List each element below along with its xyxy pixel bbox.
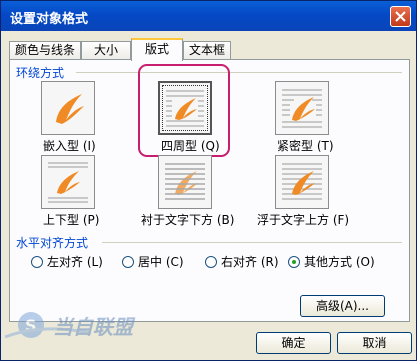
tight-wrap-icon (282, 89, 322, 128)
square-wrap-icon (166, 90, 204, 127)
align-section-label: 水平对齐方式 (16, 236, 89, 250)
align-other-radio[interactable]: 其他方式 (O) (288, 253, 375, 270)
top-bottom-wrap-icon (48, 162, 88, 203)
format-object-dialog: 设置对象格式 颜色与线条 大小 版式 文本框 环绕方式 嵌入型 (I) 四周型 … (0, 0, 417, 361)
dialog-title: 设置对象格式 (10, 12, 89, 27)
in-front-of-text-label[interactable]: 浮于文字上方 (F) (257, 211, 349, 228)
square-wrap-option[interactable] (158, 81, 212, 135)
radio-circle (205, 255, 217, 268)
align-right-radio[interactable]: 右对齐 (R) (205, 253, 279, 270)
cancel-button[interactable]: 取消 (337, 332, 412, 354)
behind-text-option[interactable] (158, 155, 212, 209)
align-right-label: 右对齐 (R) (221, 255, 279, 269)
inline-wrap-label[interactable]: 嵌入型 (I) (43, 137, 96, 154)
align-center-label: 居中 (C) (138, 255, 184, 269)
square-wrap-label[interactable]: 四周型 (Q) (161, 137, 220, 154)
inline-wrap-icon (56, 94, 84, 124)
close-button[interactable] (390, 6, 411, 27)
tight-wrap-label[interactable]: 紧密型 (T) (277, 137, 334, 154)
tab-layout[interactable]: 版式 (131, 38, 183, 61)
inline-wrap-option[interactable] (41, 81, 95, 135)
in-front-of-text-option[interactable] (275, 155, 329, 209)
radio-circle (122, 255, 134, 268)
behind-text-icon (165, 163, 205, 200)
close-icon (395, 11, 406, 22)
tab-size[interactable]: 大小 (81, 41, 131, 60)
watermark-text: 当自联盟 (53, 315, 133, 339)
radio-circle-selected (288, 255, 300, 268)
align-other-label: 其他方式 (O) (304, 255, 375, 269)
wrap-section-divider (76, 72, 402, 73)
title-bar[interactable]: 设置对象格式 (1, 1, 416, 31)
align-left-radio[interactable]: 左对齐 (L) (31, 253, 103, 270)
watermark-logo: S 当自联盟 (1, 297, 146, 361)
align-left-label: 左对齐 (L) (47, 255, 103, 269)
ok-button[interactable]: 确定 (256, 332, 331, 354)
advanced-button[interactable]: 高级(A)... (300, 295, 385, 317)
tab-textbox[interactable]: 文本框 (183, 41, 231, 60)
tab-colors-lines[interactable]: 颜色与线条 (9, 41, 81, 60)
wrap-section-label: 环绕方式 (16, 66, 65, 80)
align-center-radio[interactable]: 居中 (C) (122, 253, 184, 270)
tight-wrap-option[interactable] (275, 81, 329, 135)
behind-text-label[interactable]: 衬于文字下方 (B) (141, 211, 234, 228)
radio-circle (31, 255, 43, 268)
align-section-divider (102, 242, 402, 243)
in-front-of-text-icon (282, 163, 322, 200)
top-bottom-wrap-label[interactable]: 上下型 (P) (43, 211, 99, 228)
top-bottom-wrap-option[interactable] (41, 155, 95, 209)
